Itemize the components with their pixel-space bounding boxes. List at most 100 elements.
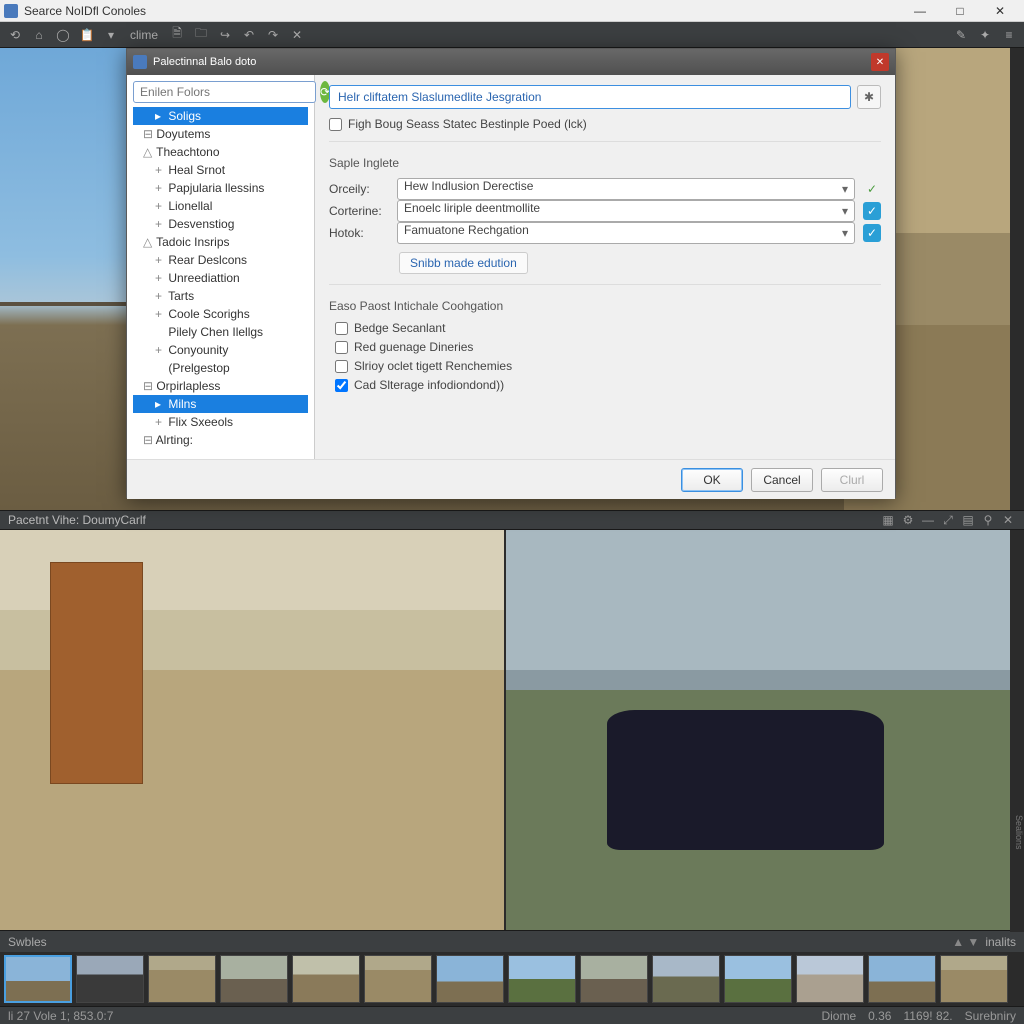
dialog-footer: OK Cancel Clurl — [127, 459, 895, 499]
tree-item[interactable]: (Prelgestop — [133, 359, 308, 377]
dialog-close-button[interactable]: ✕ — [871, 53, 889, 71]
tree-item[interactable]: + Lionellal — [133, 197, 308, 215]
edit-icon[interactable]: ✎ — [952, 26, 970, 44]
tree-item[interactable]: + Papjularia llessins — [133, 179, 308, 197]
tree-item[interactable]: ▸ Milns — [133, 395, 308, 413]
option-label: Slrioy oclet tigett Renchemies — [354, 359, 512, 373]
thumbnail[interactable] — [940, 955, 1008, 1003]
thumbnail[interactable] — [364, 955, 432, 1003]
tree-item[interactable]: + Tarts — [133, 287, 308, 305]
panel-grid-icon[interactable]: ▦ — [880, 512, 896, 528]
thumbnail[interactable] — [4, 955, 72, 1003]
thumbnail[interactable] — [868, 955, 936, 1003]
close-button[interactable]: ✕ — [980, 1, 1020, 21]
tree-item[interactable]: △ Theachtono — [133, 143, 308, 161]
thumbnail[interactable] — [220, 955, 288, 1003]
top-checkbox[interactable] — [329, 118, 342, 131]
form-combobox[interactable]: Famuatone Rechgation — [397, 222, 855, 244]
field-options-button[interactable]: ✱ — [857, 85, 881, 109]
dialog-icon — [133, 55, 147, 69]
confirm-icon[interactable]: ✓ — [863, 202, 881, 220]
tree-item[interactable]: + Rear Deslcons — [133, 251, 308, 269]
thumbnail[interactable] — [652, 955, 720, 1003]
refresh-icon[interactable]: ◯ — [54, 26, 72, 44]
section2-label: Easo Paost Intichale Coohgation — [329, 299, 881, 313]
tree-item-label: Papjularia llessins — [168, 181, 264, 195]
tree-item[interactable]: + Conyounity — [133, 341, 308, 359]
option-checkbox-row[interactable]: Slrioy oclet tigett Renchemies — [335, 359, 881, 373]
panel-minimize-icon[interactable]: — — [920, 512, 936, 528]
maximize-button[interactable]: □ — [940, 1, 980, 21]
top-checkbox-row[interactable]: Figh Boug Seass Statec Bestinple Poed (l… — [329, 117, 881, 131]
tree-item[interactable]: + Desvenstiog — [133, 215, 308, 233]
option-checkbox[interactable] — [335, 360, 348, 373]
form-combobox[interactable]: Enoelc liriple deentmollite — [397, 200, 855, 222]
tree-item-label: Alrting: — [156, 433, 193, 447]
sidebar-search-input[interactable] — [133, 81, 316, 103]
thumbnail[interactable] — [436, 955, 504, 1003]
menu-icon[interactable]: ≡ — [1000, 26, 1018, 44]
tree-item[interactable]: ▸ Soligs — [133, 107, 308, 125]
option-checkbox-row[interactable]: Red guenage Dineries — [335, 340, 881, 354]
tree-item[interactable]: + Unreediattion — [133, 269, 308, 287]
panel-layout-icon[interactable]: ▤ — [960, 512, 976, 528]
panel-close-icon[interactable]: ✕ — [1000, 512, 1016, 528]
tree-item[interactable]: + Coole Scorighs — [133, 305, 308, 323]
form-combobox[interactable]: Hew Indlusion Derectise — [397, 178, 855, 200]
delete-icon[interactable]: ✕ — [288, 26, 306, 44]
divider — [329, 284, 881, 285]
thumbnail[interactable] — [580, 955, 648, 1003]
tree-item[interactable]: ⊟ Orpirlapless — [133, 377, 308, 395]
cancel-button[interactable]: Cancel — [751, 468, 813, 492]
tree-item[interactable]: △ Tadoic Insrips — [133, 233, 308, 251]
tree-item-label: (Prelgestop — [168, 361, 229, 375]
tree-item[interactable]: ⊟ Doyutems — [133, 125, 308, 143]
option-checkbox[interactable] — [335, 379, 348, 392]
undo-icon[interactable]: ↶ — [240, 26, 258, 44]
ok-button[interactable]: OK — [681, 468, 743, 492]
clipboard-icon[interactable]: 📋 — [78, 26, 96, 44]
confirm-icon[interactable]: ✓ — [863, 224, 881, 242]
home-icon[interactable]: ⌂ — [30, 26, 48, 44]
folder-icon[interactable]: 🗀 — [192, 26, 210, 44]
thumbnail[interactable] — [724, 955, 792, 1003]
tree-item[interactable]: ⊟ Alrting: — [133, 431, 308, 449]
option-checkbox-row[interactable]: Cad Slterage infodiondond)) — [335, 378, 881, 392]
left-viewport[interactable] — [0, 530, 504, 930]
panel-settings-icon[interactable]: ⚙ — [900, 512, 916, 528]
title-field[interactable] — [329, 85, 851, 109]
thumbnail[interactable] — [292, 955, 360, 1003]
export-icon[interactable]: ↪ — [216, 26, 234, 44]
right-viewport[interactable] — [506, 530, 1010, 930]
tree-item[interactable]: + Heal Srnot — [133, 161, 308, 179]
save-icon[interactable]: 🗎 — [168, 26, 186, 44]
dropdown-icon[interactable]: ▾ — [102, 26, 120, 44]
option-checkbox-row[interactable]: Bedge Secanlant — [335, 321, 881, 335]
option-checkbox[interactable] — [335, 341, 348, 354]
window-title: Searce NoIDfl Conoles — [24, 4, 900, 18]
tree-item[interactable]: + Flix Sxeeols — [133, 413, 308, 431]
status-field-2: 0.36 — [868, 1009, 891, 1023]
divider — [329, 141, 881, 142]
form-label: Orceily: — [329, 182, 389, 196]
thumbnail[interactable] — [796, 955, 864, 1003]
thumbnail[interactable] — [148, 955, 216, 1003]
redo-icon[interactable]: ↷ — [264, 26, 282, 44]
thumbnail[interactable] — [508, 955, 576, 1003]
mode-link-button[interactable]: Snibb made edution — [399, 252, 528, 274]
minimize-button[interactable]: — — [900, 1, 940, 21]
panel-pin-icon[interactable]: ⚲ — [980, 512, 996, 528]
thumbnail[interactable] — [76, 955, 144, 1003]
settings-gear-icon[interactable]: ✦ — [976, 26, 994, 44]
viewport-scrollbar[interactable] — [1010, 48, 1024, 510]
back-icon[interactable]: ⟲ — [6, 26, 24, 44]
thumb-nav-arrows[interactable]: ▲ ▼ — [952, 935, 979, 949]
status-left: li 27 Vole 1; 853.0:7 — [8, 1009, 113, 1023]
panel-expand-icon[interactable]: ⤢ — [940, 512, 956, 528]
right-vertical-tab[interactable]: Sealions — [1010, 532, 1024, 932]
tree-item[interactable]: Pilely Chen Ilellgs — [133, 323, 308, 341]
apply-icon[interactable]: ✓ — [863, 180, 881, 198]
toolbar-menu-label[interactable]: clime — [126, 28, 162, 42]
help-button[interactable]: Clurl — [821, 468, 883, 492]
option-checkbox[interactable] — [335, 322, 348, 335]
